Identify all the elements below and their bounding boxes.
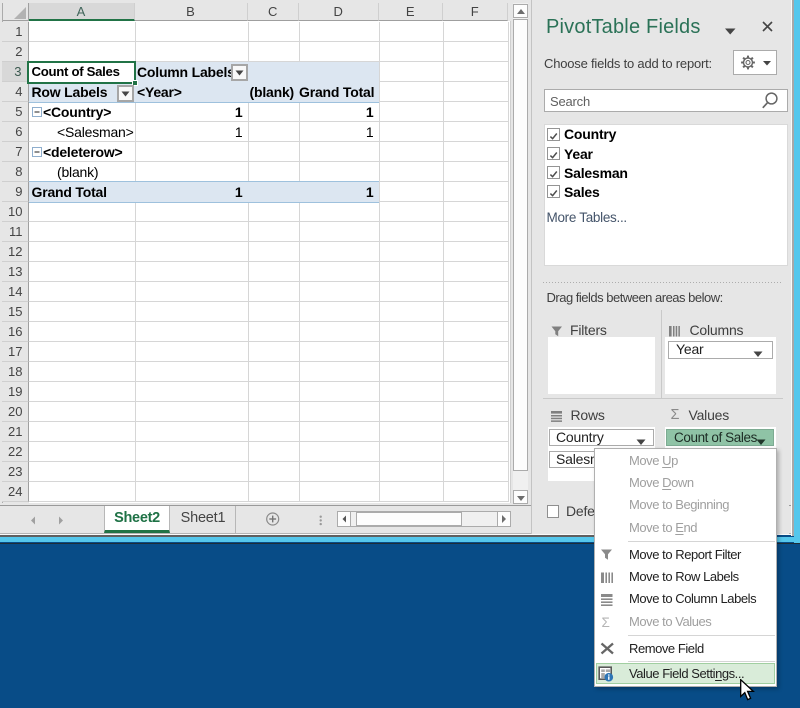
svg-text:Σ: Σ	[602, 615, 610, 629]
